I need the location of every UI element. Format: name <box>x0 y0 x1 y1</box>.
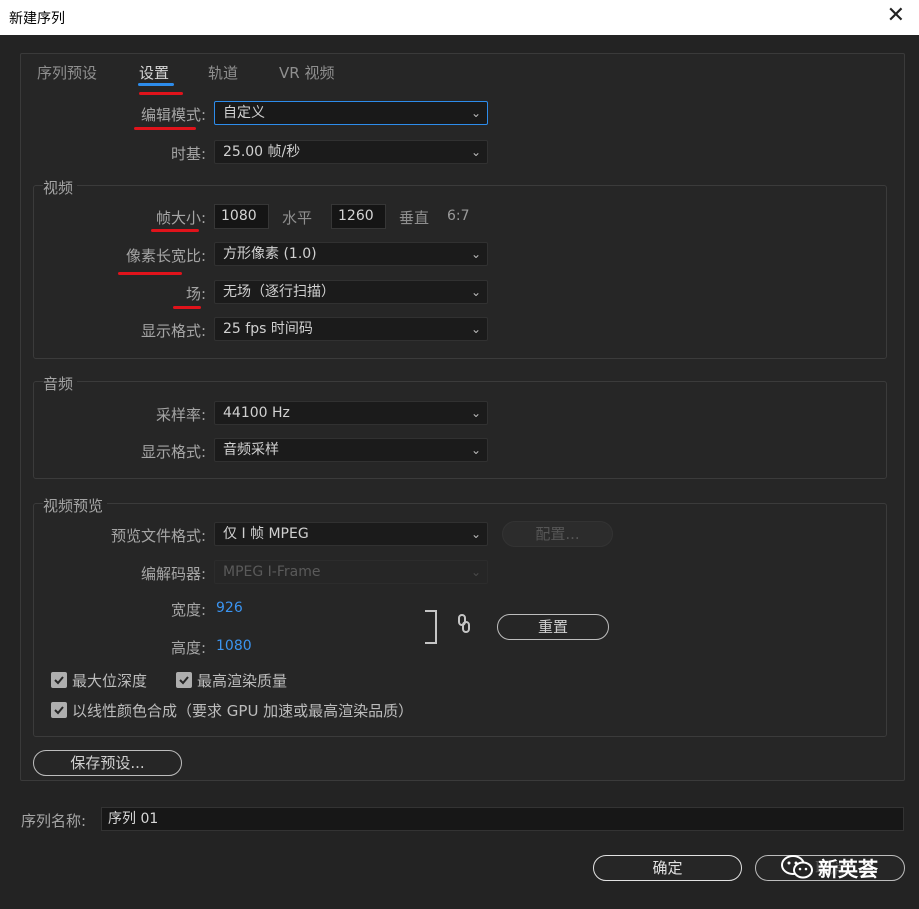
video-preview-group-title: 视频预览 <box>43 495 108 516</box>
editing-mode-select[interactable]: 自定义 ⌄ <box>214 101 488 125</box>
sample-rate-select[interactable]: 44100 Hz ⌄ <box>214 401 488 425</box>
chevron-down-icon: ⌄ <box>470 565 481 579</box>
audio-group-title: 音频 <box>43 373 78 394</box>
editing-mode-label: 编辑模式: <box>140 106 206 124</box>
timebase-value: 25.00 帧/秒 <box>223 144 301 160</box>
horizontal-label: 水平 <box>282 209 313 227</box>
audio-display-format-value: 音频采样 <box>223 442 279 458</box>
reset-button[interactable]: 重置 <box>497 614 609 640</box>
chevron-down-icon: ⌄ <box>470 285 481 299</box>
aspect-ratio-text: 6:7 <box>447 208 470 224</box>
max-render-quality-label: 最高渲染质量 <box>197 672 288 690</box>
vertical-label: 垂直 <box>399 209 430 227</box>
video-group-title: 视频 <box>43 177 78 198</box>
chevron-down-icon: ⌄ <box>470 145 481 159</box>
audio-display-format-label: 显示格式: <box>140 443 206 461</box>
pixel-aspect-value: 方形像素 (1.0) <box>223 246 317 262</box>
audio-display-format-select[interactable]: 音频采样 ⌄ <box>214 438 488 462</box>
codec-select[interactable]: MPEG I-Frame ⌄ <box>214 560 488 584</box>
field-label: 场: <box>185 285 206 303</box>
preview-height-value[interactable]: 1080 <box>216 638 252 654</box>
frame-height-input[interactable]: 1260 <box>331 204 386 229</box>
title-bar: 新建序列 ✕ <box>0 0 919 35</box>
tab-sequence-presets[interactable]: 序列预设 <box>37 62 97 83</box>
timebase-label: 时基: <box>170 145 206 163</box>
window-title: 新建序列 <box>9 11 65 27</box>
annotation-underline <box>151 229 199 232</box>
timebase-select[interactable]: 25.00 帧/秒 ⌄ <box>214 140 488 164</box>
checkmark-icon <box>51 672 67 688</box>
sample-rate-label: 采样率: <box>155 406 206 424</box>
watermark-text: 新英荟 <box>818 857 878 881</box>
max-render-quality-checkbox[interactable]: 最高渲染质量 <box>176 670 287 690</box>
watermark: 新英荟 <box>780 853 878 885</box>
frame-width-input[interactable]: 1080 <box>214 204 269 229</box>
tab-settings[interactable]: 设置 <box>139 62 169 83</box>
chevron-down-icon: ⌄ <box>470 106 481 120</box>
pixel-aspect-select[interactable]: 方形像素 (1.0) ⌄ <box>214 242 488 266</box>
preview-width-label: 宽度: <box>170 601 206 619</box>
video-display-format-label: 显示格式: <box>140 322 206 340</box>
preview-file-format-label: 预览文件格式: <box>110 527 206 545</box>
chevron-down-icon: ⌄ <box>470 406 481 420</box>
video-display-format-value: 25 fps 时间码 <box>223 321 313 337</box>
ok-button[interactable]: 确定 <box>593 855 742 881</box>
field-select[interactable]: 无场（逐行扫描） ⌄ <box>214 280 488 304</box>
audio-group <box>33 381 887 479</box>
active-tab-indicator <box>138 83 174 86</box>
sample-rate-value: 44100 Hz <box>223 405 290 421</box>
linear-color-label: 以线性颜色合成（要求 GPU 加速或最高渲染品质） <box>72 702 414 720</box>
configure-button[interactable]: 配置... <box>502 521 613 547</box>
tab-vr-video[interactable]: VR 视频 <box>279 62 334 83</box>
wechat-icon <box>780 854 816 885</box>
chevron-down-icon: ⌄ <box>470 527 481 541</box>
editing-mode-value: 自定义 <box>223 105 265 121</box>
preview-height-label: 高度: <box>170 639 206 657</box>
preview-file-format-select[interactable]: 仅 I 帧 MPEG ⌄ <box>214 522 488 546</box>
tab-tracks[interactable]: 轨道 <box>208 62 238 83</box>
video-display-format-select[interactable]: 25 fps 时间码 ⌄ <box>214 317 488 341</box>
chevron-down-icon: ⌄ <box>470 247 481 261</box>
sequence-name-label: 序列名称: <box>21 812 87 830</box>
annotation-underline <box>118 272 182 275</box>
sequence-name-input[interactable]: 序列 01 <box>101 807 904 831</box>
linear-color-checkbox[interactable]: 以线性颜色合成（要求 GPU 加速或最高渲染品质） <box>51 700 413 720</box>
pixel-aspect-label: 像素长宽比: <box>125 247 206 265</box>
frame-size-label: 帧大小: <box>155 209 206 227</box>
preview-width-value[interactable]: 926 <box>216 600 243 616</box>
chain-link-icon[interactable] <box>457 613 471 639</box>
checkmark-icon <box>176 672 192 688</box>
annotation-underline <box>173 306 201 309</box>
link-bracket <box>425 610 437 644</box>
max-bit-depth-checkbox[interactable]: 最大位深度 <box>51 670 147 690</box>
preview-file-format-value: 仅 I 帧 MPEG <box>223 526 309 542</box>
save-preset-button[interactable]: 保存预设... <box>33 750 182 776</box>
codec-label: 编解码器: <box>140 565 206 583</box>
codec-value: MPEG I-Frame <box>223 564 321 580</box>
annotation-underline <box>134 127 196 130</box>
annotation-underline <box>139 92 183 95</box>
chevron-down-icon: ⌄ <box>470 443 481 457</box>
checkmark-icon <box>51 702 67 718</box>
max-bit-depth-label: 最大位深度 <box>72 672 148 690</box>
field-value: 无场（逐行扫描） <box>223 284 335 300</box>
chevron-down-icon: ⌄ <box>470 322 481 336</box>
close-icon[interactable]: ✕ <box>887 3 905 29</box>
